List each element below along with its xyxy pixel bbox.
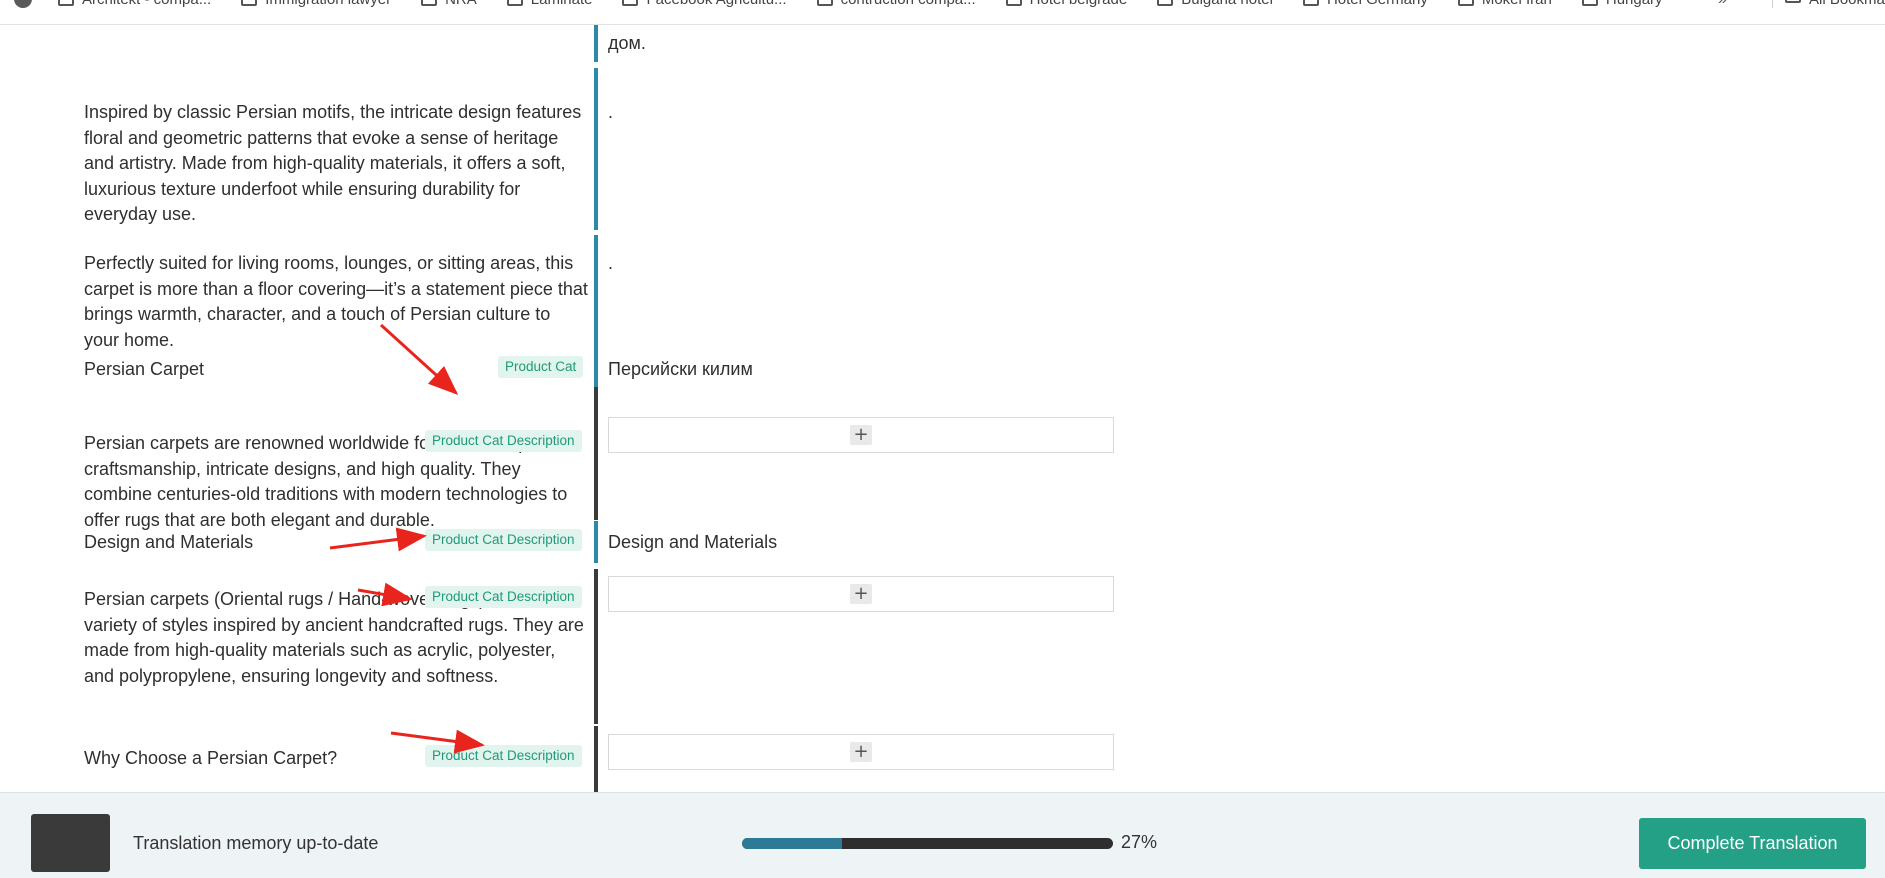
progress-percent: 27%	[1121, 832, 1158, 852]
bookmark-item[interactable]: NRA	[421, 0, 477, 8]
product-cat-description-badge: Product Cat Description	[425, 586, 582, 608]
bookmark-item[interactable]: Hotel Germany	[1302, 0, 1428, 8]
all-bookmarks-button[interactable]: All Bookmarks	[1772, 0, 1885, 8]
product-cat-badge: Product Cat	[498, 356, 584, 378]
plus-icon[interactable]: +	[850, 742, 872, 762]
folder-icon	[1581, 0, 1598, 6]
bookmark-item[interactable]: Hotel belgrade	[1005, 0, 1127, 8]
row-status-bar	[594, 345, 598, 387]
target-text[interactable]: Design and Materials	[608, 530, 777, 556]
folder-icon	[421, 0, 438, 6]
translation-row: Why Choose a Persian Carpet? Product Cat…	[0, 726, 1885, 792]
complete-translation-button[interactable]: Complete Translation	[1639, 818, 1866, 869]
row-status-bar	[594, 569, 598, 724]
translation-row: Perfectly suited for living rooms, loung…	[0, 217, 1885, 365]
folder-icon	[1302, 0, 1319, 6]
memory-status: Translation memory up-to-date	[133, 833, 379, 853]
row-status-bar	[594, 387, 598, 520]
folder-icon	[58, 0, 74, 6]
translation-row: Inspired by classic Persian motifs, the …	[0, 68, 1885, 230]
bookmark-item[interactable]: contruction compa...	[816, 0, 976, 8]
target-text[interactable]: Персийски килим	[608, 357, 753, 383]
folder-icon	[1157, 0, 1174, 6]
bookmark-item[interactable]: Architekt - compa...	[58, 0, 211, 8]
user-avatar[interactable]	[31, 814, 110, 872]
bookmark-item[interactable]: Facebook Agricultu...	[622, 0, 787, 8]
translation-row: Design and Materials Product Cat Descrip…	[0, 521, 1885, 567]
product-cat-description-badge: Product Cat Description	[425, 745, 582, 767]
bookmark-item[interactable]: Immigration lawyer	[241, 0, 391, 8]
folder-icon	[241, 0, 258, 6]
target-text[interactable]: .	[608, 100, 613, 126]
progress-fill	[742, 838, 843, 849]
target-text[interactable]: .	[608, 251, 613, 277]
folder-icon	[1785, 0, 1801, 3]
source-text: Perfectly suited for living rooms, loung…	[84, 253, 588, 350]
browser-logo-icon	[14, 0, 32, 8]
folder-icon	[816, 0, 833, 6]
row-status-bar	[594, 726, 598, 792]
bookmarks-bar: Architekt - compa... Immigration lawyer …	[0, 0, 1885, 25]
bookmarks-list: Architekt - compa... Immigration lawyer …	[58, 0, 1693, 8]
bookmark-item[interactable]: Hungary	[1581, 0, 1663, 8]
row-status-bar	[594, 521, 598, 563]
source-text: Inspired by classic Persian motifs, the …	[84, 102, 582, 225]
folder-icon	[622, 0, 639, 6]
plus-icon[interactable]: +	[850, 425, 872, 445]
translation-row: Persian carpets are renowned worldwide f…	[0, 387, 1885, 537]
translation-row: Persian carpets (Oriental rugs / Hand-wo…	[0, 566, 1885, 730]
bookmark-item[interactable]: Mokei Iran	[1457, 0, 1552, 8]
target-text[interactable]: дом.	[608, 31, 646, 57]
add-translation-box[interactable]: +	[608, 576, 1114, 612]
footer-bar: Translation memory up-to-date 27% Comple…	[0, 792, 1885, 878]
translation-row: дом.	[0, 24, 1885, 62]
translation-progress-bar	[742, 838, 1113, 849]
bookmark-item[interactable]: Laminate	[506, 0, 592, 8]
product-cat-description-badge: Product Cat Description	[425, 529, 582, 551]
bookmark-item[interactable]: Bulgaria hotel	[1157, 0, 1273, 8]
plus-icon[interactable]: +	[850, 584, 872, 604]
add-translation-box[interactable]: +	[608, 417, 1114, 453]
row-status-bar	[594, 68, 598, 230]
add-translation-box[interactable]: +	[608, 734, 1114, 770]
translation-editor: дом. Inspired by classic Persian motifs,…	[0, 24, 1885, 792]
folder-icon	[1005, 0, 1022, 6]
bookmarks-overflow-button[interactable]: »	[1718, 0, 1727, 9]
folder-icon	[506, 0, 523, 6]
product-cat-description-badge: Product Cat Description	[425, 430, 582, 452]
row-status-bar	[594, 24, 598, 62]
folder-icon	[1457, 0, 1474, 6]
